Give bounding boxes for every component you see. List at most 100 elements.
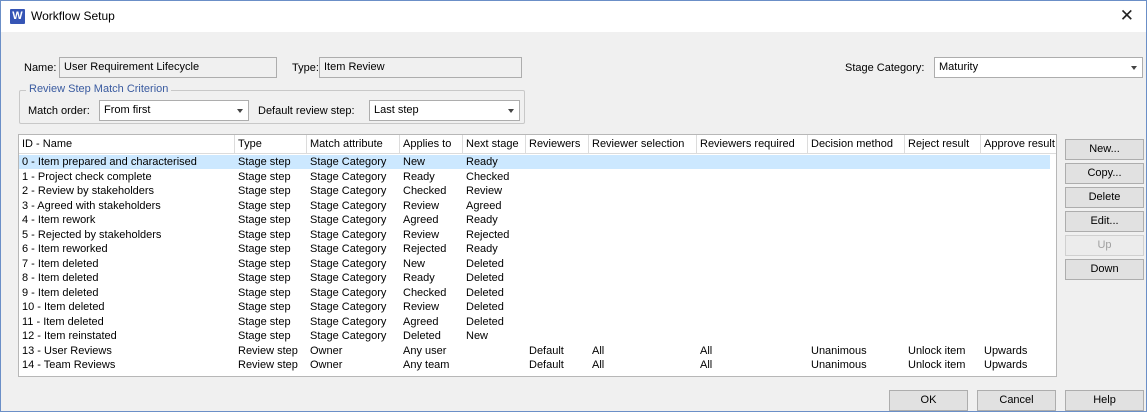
cell-reviewer-selection <box>589 213 697 227</box>
ok-button[interactable]: OK <box>889 390 968 411</box>
table-row[interactable]: 10 - Item deleted Stage step Stage Categor… <box>19 300 1056 314</box>
column-header-reject-result[interactable]: Reject result <box>905 135 981 154</box>
name-field: User Requirement Lifecycle <box>59 57 277 78</box>
type-field: Item Review <box>319 57 522 78</box>
cell-reviewers-required <box>697 184 808 198</box>
chevron-down-icon <box>508 109 514 113</box>
cell-id-name: 0 - Item prepared and characterised <box>22 156 197 168</box>
cell-decision-method <box>808 199 905 213</box>
cell-reject-result <box>905 329 981 343</box>
cell-reviewer-selection <box>589 184 697 198</box>
cell-type: Stage step <box>238 228 291 241</box>
cancel-button[interactable]: Cancel <box>977 390 1056 411</box>
cell-id-name: 9 - Item deleted <box>22 286 99 299</box>
table-row[interactable]: 2 - Review by stakeholders Stage step Stag… <box>19 184 1056 198</box>
cell-reviewer-selection <box>589 286 697 300</box>
cell-match-attribute: Stage Category <box>310 243 387 255</box>
cell-reviewer-selection <box>589 257 697 271</box>
column-header-decision-method[interactable]: Decision method <box>808 135 905 154</box>
table-row[interactable]: 4 - Item rework Stage step Stage Category A… <box>19 213 1056 227</box>
table-row[interactable]: 9 - Item deleted Stage step Stage Category… <box>19 286 1056 300</box>
column-header-type[interactable]: Type <box>235 135 307 154</box>
column-header-reviewer-selection[interactable]: Reviewer selection <box>589 135 697 154</box>
table-row[interactable]: 1 - Project check complete Stage step Stag… <box>19 170 1056 184</box>
cell-match-attribute: Owner <box>310 344 343 357</box>
workflow-steps-table[interactable]: ID - Name Type Match attribute Applies to Ne… <box>18 134 1057 377</box>
column-header-reviewers[interactable]: Reviewers <box>526 135 589 154</box>
table-row[interactable]: 6 - Item reworked Stage step Stage Categor… <box>19 242 1056 256</box>
default-review-step-select[interactable]: Last step <box>369 100 520 121</box>
table-row[interactable]: 0 - Item prepared and characterised Stage… <box>19 155 1050 169</box>
table-row[interactable]: 7 - Item deleted Stage step Stage Category… <box>19 257 1056 271</box>
cell-reviewer-selection <box>589 242 697 256</box>
cell-type: Stage step <box>238 199 291 212</box>
delete-button[interactable]: Delete <box>1065 187 1144 208</box>
column-header-reviewers-required[interactable]: Reviewers required <box>697 135 808 154</box>
edit-button[interactable]: Edit... <box>1065 211 1144 232</box>
cell-type: Stage step <box>238 214 291 226</box>
cell-reject-result <box>905 257 981 271</box>
cell-decision-method <box>808 170 905 184</box>
cell-reviewers <box>526 170 589 184</box>
column-header-match-attribute[interactable]: Match attribute <box>307 135 400 154</box>
column-header-applies-to[interactable]: Applies to <box>400 135 463 154</box>
cell-applies-to: Review <box>403 199 440 212</box>
cell-approve-result <box>981 184 1056 198</box>
cell-reviewers <box>526 286 589 300</box>
match-order-select[interactable]: From first <box>99 100 249 121</box>
cell-reviewer-selection <box>589 199 697 213</box>
cell-id-name: 3 - Agreed with stakeholders <box>22 199 161 212</box>
new-button[interactable]: New... <box>1065 139 1144 160</box>
cell-match-attribute: Stage Category <box>310 286 387 299</box>
help-button[interactable]: Help <box>1065 390 1144 411</box>
table-row[interactable]: 12 - Item reinstated Stage step Stage Cate… <box>19 329 1056 343</box>
cell-reviewer-selection <box>589 155 697 169</box>
table-row[interactable]: 3 - Agreed with stakeholders Stage step St… <box>19 199 1056 213</box>
cell-reviewers-required <box>697 213 808 227</box>
cell-decision-method <box>808 271 905 285</box>
cell-reviewers: Default <box>529 344 564 357</box>
cell-type: Stage step <box>238 170 291 183</box>
cell-approve-result <box>981 329 1056 343</box>
cell-approve-result <box>981 271 1056 285</box>
cell-reviewers <box>526 300 589 314</box>
up-button[interactable]: Up <box>1065 235 1144 256</box>
cell-approve-result <box>981 155 1056 169</box>
cell-next-stage <box>463 358 526 372</box>
cell-decision-method <box>808 228 905 242</box>
cell-reviewers-required <box>697 286 808 300</box>
cell-id-name: 14 - Team Reviews <box>22 359 116 371</box>
column-header-approve-result[interactable]: Approve result <box>981 135 1056 154</box>
table-row[interactable]: 13 - User Reviews Review step Owner Any use… <box>19 344 1056 358</box>
cell-decision-method: Unanimous <box>811 359 867 371</box>
cell-reviewers <box>526 228 589 242</box>
cell-next-stage: Agreed <box>466 199 502 212</box>
copy-button[interactable]: Copy... <box>1065 163 1144 184</box>
down-button[interactable]: Down <box>1065 259 1144 280</box>
cell-approve-result <box>981 257 1056 271</box>
cell-applies-to: Checked <box>403 185 447 197</box>
cell-applies-to: Agreed <box>403 214 439 226</box>
stage-category-label: Stage Category: <box>845 62 925 74</box>
table-row[interactable]: 8 - Item deleted Stage step Stage Category… <box>19 271 1056 285</box>
cell-next-stage: Ready <box>466 156 498 168</box>
table-header: ID - Name Type Match attribute Applies to Ne… <box>19 135 1056 154</box>
cell-reject-result <box>905 315 981 329</box>
cell-applies-to: Deleted <box>403 330 441 342</box>
cell-next-stage: Deleted <box>466 286 504 299</box>
cell-match-attribute: Stage Category <box>310 214 387 226</box>
cell-next-stage: Ready <box>466 243 498 255</box>
table-row[interactable]: 11 - Item deleted Stage step Stage Categor… <box>19 315 1056 329</box>
cell-type: Stage step <box>238 243 291 255</box>
cell-type: Stage step <box>238 257 291 270</box>
column-header-next-stage[interactable]: Next stage <box>463 135 526 154</box>
cell-decision-method <box>808 300 905 314</box>
stage-category-select[interactable]: Maturity <box>934 57 1143 78</box>
table-row[interactable]: 14 - Team Reviews Review step Owner Any tea… <box>19 358 1056 372</box>
column-header-id-name[interactable]: ID - Name <box>19 135 235 154</box>
table-row[interactable]: 5 - Rejected by stakeholders Stage step St… <box>19 228 1056 242</box>
close-icon[interactable]: ✕ <box>1120 7 1134 25</box>
cell-id-name: 2 - Review by stakeholders <box>22 185 155 197</box>
cell-reviewers: Default <box>529 359 564 371</box>
cell-reviewers-required <box>697 242 808 256</box>
